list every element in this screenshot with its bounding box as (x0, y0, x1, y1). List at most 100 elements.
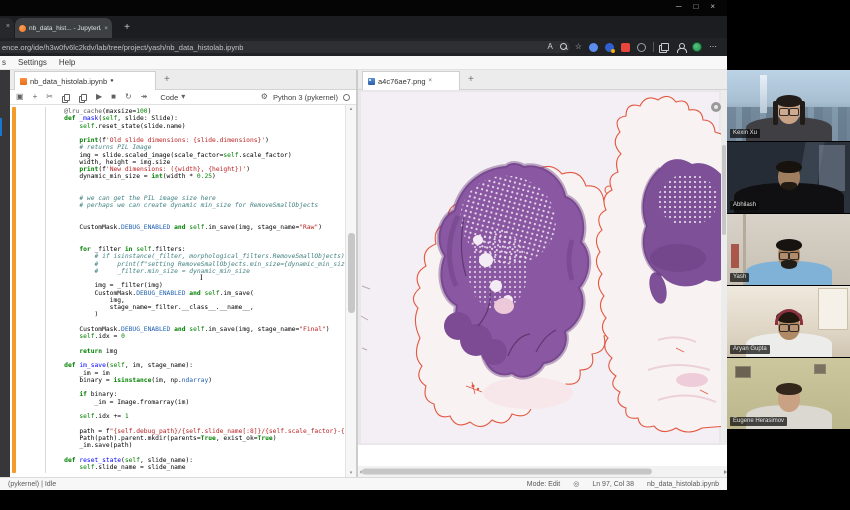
glasses (779, 252, 799, 260)
search-icon[interactable] (560, 43, 568, 51)
new-tab-button[interactable]: + (120, 21, 134, 35)
code-line: CustomMask.DEBUG_ENABLED and self.im_sav… (49, 290, 356, 297)
code-scrollbar[interactable]: ▴ ▾ (345, 105, 356, 477)
code-line: stage_name=_filter.__class__.__name__, (49, 304, 356, 311)
code-line (49, 420, 356, 427)
scroll-up-arrow[interactable]: ▴ (346, 106, 356, 112)
scrollbar-thumb[interactable] (348, 233, 355, 313)
code-line: # if isinstance(_filter, morphological_f… (49, 253, 356, 260)
participant-video[interactable]: Aryan Gupta (727, 286, 850, 358)
unsaved-dot-icon[interactable]: ● (110, 78, 114, 84)
add-cell-icon[interactable]: + (33, 92, 38, 102)
code-line (49, 130, 356, 137)
code-line: _im = im (49, 370, 356, 377)
code-line: _im = Image.fromarray(im) (49, 399, 356, 406)
menu-item-cut[interactable]: s (2, 58, 6, 67)
notebook-tab-title: nb_data_histolab.ipynb (30, 77, 107, 86)
jupyterlab-app: s Settings Help nb_data_histolab.ipynb ●… (0, 56, 727, 490)
headphones (775, 309, 803, 325)
histology-slide-image[interactable] (358, 90, 727, 477)
copy-cell-icon[interactable] (64, 94, 70, 101)
paste-cell-icon[interactable] (81, 94, 87, 101)
image-tab-close-icon[interactable]: × (429, 78, 433, 84)
extension-icon-badged[interactable] (605, 43, 614, 52)
menu-item-settings[interactable]: Settings (18, 58, 47, 67)
image-tab-bar: a4c76ae7.png × + (358, 70, 727, 90)
notebook-panel: nb_data_histolab.ipynb ● + ▣ + ✂ ▶ ■ ↻ ↠ (10, 70, 356, 477)
save-icon[interactable]: ▣ (16, 92, 24, 102)
new-launcher-button[interactable]: + (164, 74, 170, 85)
left-sidebar-strip[interactable] (0, 70, 10, 477)
gear-icon[interactable]: ⚙ (261, 92, 268, 102)
maximize-button[interactable]: □ (693, 2, 698, 11)
hair (776, 161, 802, 173)
cut-cell-icon[interactable]: ✂ (46, 92, 53, 102)
code-line: # print(f"setting RemoveSmallObjects.min… (49, 261, 356, 268)
code-line: self.idx = 0 (49, 333, 356, 340)
restart-kernel-icon[interactable]: ↻ (125, 92, 132, 102)
browser-window: ─ □ × × nb_data_hist... - JupyterLab × +… (0, 0, 727, 490)
extension-icon-red[interactable] (621, 43, 630, 52)
menu-item-help[interactable]: Help (59, 58, 75, 67)
scroll-down-arrow[interactable]: ▾ (346, 470, 356, 476)
code-line: self.slide_name = slide_name (49, 464, 356, 471)
restart-run-all-icon[interactable]: ↠ (141, 92, 148, 102)
cursor-position[interactable]: Ln 97, Col 38 (592, 481, 634, 488)
kernel-status-icon[interactable] (343, 94, 350, 101)
code-line: ) (49, 311, 356, 318)
image-vscrollbar-thumb (722, 145, 726, 235)
code-line: def im_save(self, im, stage_name): (49, 362, 356, 369)
code-editor[interactable]: @lru_cache(maxsize=100) def _mask(self, … (10, 105, 356, 477)
collections-icon[interactable] (661, 43, 669, 51)
beard (781, 182, 797, 191)
profile-icon[interactable] (676, 43, 685, 52)
extension-icon-ring[interactable] (637, 43, 646, 52)
code-line: # perhaps we can create dynamic min_size… (49, 202, 356, 209)
notebook-tab[interactable]: nb_data_histolab.ipynb ● (14, 71, 156, 90)
account-avatar[interactable] (692, 42, 702, 52)
hair (776, 239, 802, 251)
read-aloud-icon[interactable]: A (547, 42, 552, 52)
browser-tab-jupyterlab[interactable]: nb_data_hist... - JupyterLab × (15, 18, 112, 38)
code-line: binary = isinstance(im, np.ndarray) (49, 377, 356, 384)
code-line: CustomMask.DEBUG_ENABLED and self.im_sav… (49, 326, 356, 333)
kernel-status-text[interactable]: (pykernel) | Idle (8, 481, 56, 488)
code-line: img = slide.scaled_image(scale_factor=se… (49, 152, 356, 159)
url-text[interactable]: ence.org/ide/h3w0fv6lc2kdv/lab/tree/proj… (2, 43, 243, 52)
notebook-toolbar: ▣ + ✂ ▶ ■ ↻ ↠ Code ▾ ⚙ Python 3 (pyke (10, 90, 356, 105)
mode-indicator[interactable]: Mode: Edit (527, 481, 560, 488)
run-cell-icon[interactable]: ▶ (96, 92, 102, 102)
active-cell-indicator[interactable] (12, 107, 16, 473)
status-filename[interactable]: nb_data_histolab.ipynb (647, 481, 719, 488)
more-menu-icon[interactable]: ⋯ (709, 42, 717, 52)
stop-kernel-icon[interactable]: ■ (111, 92, 116, 102)
cell-border (45, 107, 46, 473)
code-line: self.idx += 1 (49, 413, 356, 420)
close-button[interactable]: × (710, 2, 715, 11)
cell-type-dropdown[interactable]: Code ▾ (160, 92, 185, 102)
code-line (49, 239, 356, 246)
code-line (49, 406, 356, 413)
participant-name-label: Eugene Herasimov (730, 417, 787, 426)
glasses (779, 324, 799, 332)
code-line: def reset_state(self, slide_name): (49, 457, 356, 464)
extension-icon-blue[interactable] (589, 43, 598, 52)
minimize-button[interactable]: ─ (676, 2, 682, 11)
image-hscrollbar-thumb (362, 469, 652, 475)
code-line (49, 210, 356, 217)
bell-icon[interactable]: ◎ (573, 480, 579, 488)
favorites-star-icon[interactable]: ☆ (575, 42, 582, 52)
participant-video[interactable]: Kexin Xu (727, 70, 850, 142)
browser-tab-partial[interactable]: × (0, 18, 14, 38)
participant-video[interactable]: Abhilash (727, 142, 850, 214)
participant-video[interactable]: Yash (727, 214, 850, 286)
kernel-name[interactable]: Python 3 (pykernel) (273, 93, 338, 102)
sidebar-active-indicator (0, 118, 2, 136)
tab-close-icon[interactable]: × (104, 25, 108, 32)
image-tab[interactable]: a4c76ae7.png × (362, 71, 460, 90)
glasses (779, 108, 799, 116)
chevron-down-icon: ▾ (181, 92, 185, 102)
image-new-tab-button[interactable]: + (468, 74, 474, 85)
participant-video[interactable]: Eugene Herasimov (727, 358, 850, 430)
code-line: # returns PIL Image (49, 144, 356, 151)
